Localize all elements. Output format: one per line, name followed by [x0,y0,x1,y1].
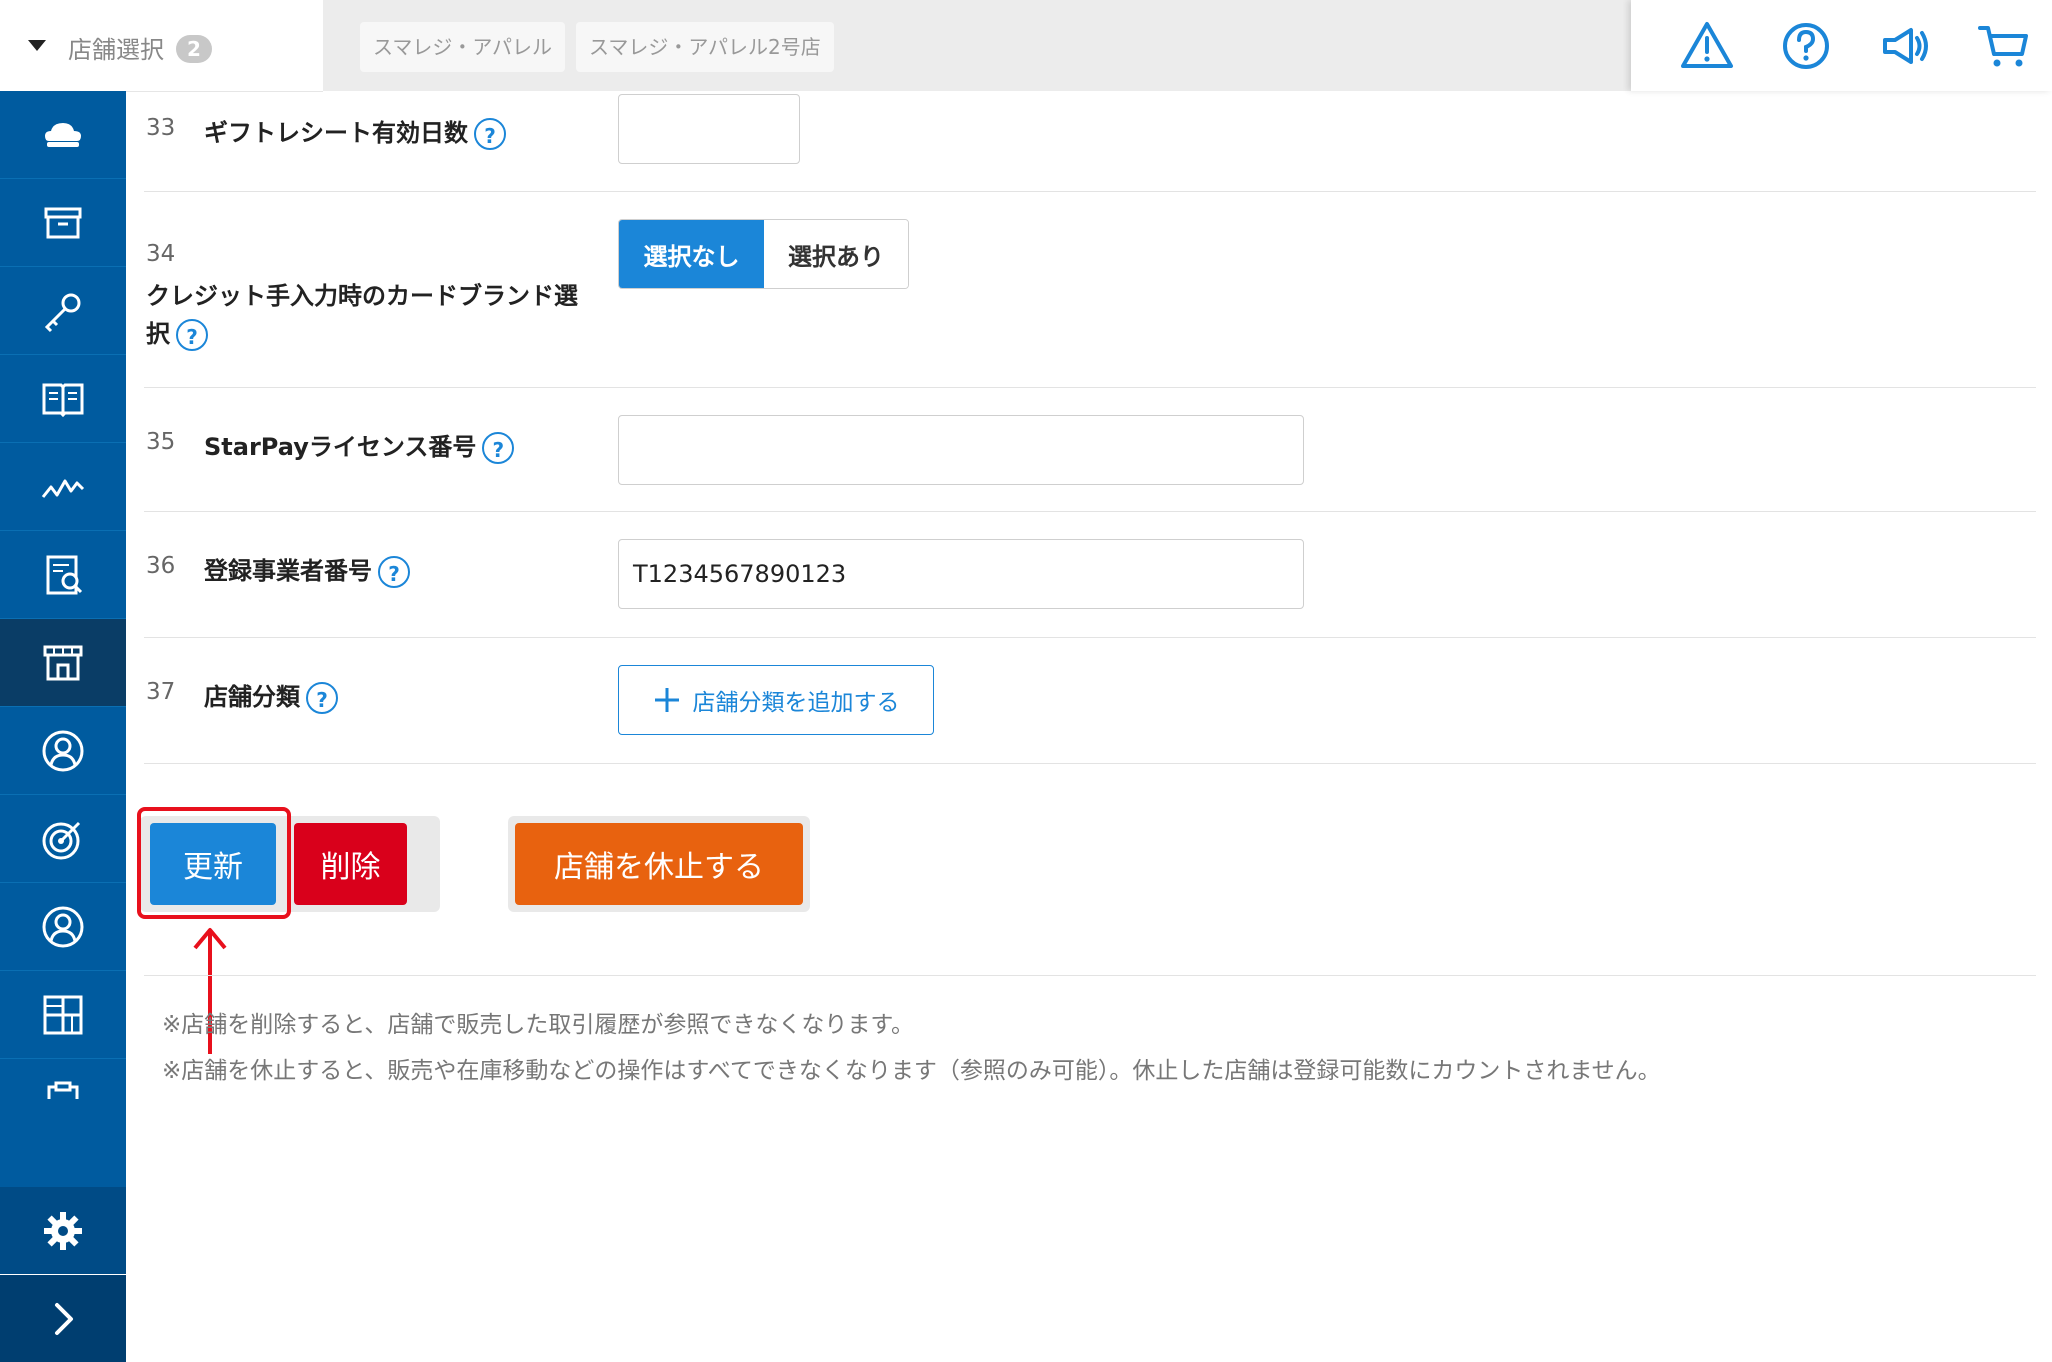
sidebar-item-clipboard[interactable] [0,1059,126,1099]
sidebar-item-apps[interactable] [0,971,126,1059]
top-icon-bar [1631,0,2052,91]
gift-receipt-days-input[interactable] [618,94,800,164]
field-label: 登録事業者番号? [204,551,410,588]
selected-stores-area: スマレジ・アパレル スマレジ・アパレル2号店 [323,0,1631,91]
delete-button[interactable]: 削除 [294,823,407,905]
registration-number-input[interactable]: T1234567890123 [618,539,1304,609]
field-label: 店舗分類? [204,677,338,714]
help-icon[interactable]: ? [474,118,506,150]
sidebar-item-cloud[interactable] [0,91,126,179]
box-icon [44,207,82,239]
field-label-text: クレジット手入力時のカードブランド選 [146,282,578,310]
help-icon[interactable]: ? [176,319,208,351]
divider [144,975,2036,976]
top-bar: 店舗選択 2 スマレジ・アパレル スマレジ・アパレル2号店 [0,0,2052,92]
option-none-button[interactable]: 選択なし [619,220,764,288]
target-icon [42,821,81,860]
store-selector-label: 店舗選択 [68,36,164,64]
sidebar [0,91,126,1362]
announcement-icon[interactable] [1877,18,1933,74]
field-number: 34 [146,241,176,267]
field-number: 37 [146,679,176,705]
field-number: 36 [146,553,176,579]
add-store-category-label: 店舗分類を追加する [692,690,900,716]
store-count-badge: 2 [176,35,212,63]
chevron-right-icon [55,1303,73,1335]
gear-icon [44,1212,82,1250]
option-select-button[interactable]: 選択あり [764,220,908,288]
sidebar-item-store[interactable] [0,619,126,707]
key-icon [44,293,81,333]
field-row-gift-receipt: 33 ギフトレシート有効日数? [144,91,2036,192]
sidebar-item-analytics[interactable] [0,443,126,531]
sidebar-expand[interactable] [0,1275,126,1362]
field-row-store-category: 37 店舗分類? 店舗分類を追加する [144,637,2036,764]
help-icon[interactable]: ? [306,682,338,714]
store-chip[interactable]: スマレジ・アパレル [360,22,565,72]
store-settings-form: 33 ギフトレシート有効日数? 34 クレジット手入力時のカードブランド選択? … [126,91,2052,1271]
store-chip[interactable]: スマレジ・アパレル2号店 [576,22,834,72]
help-icon[interactable] [1778,18,1834,74]
field-row-card-brand: 34 クレジット手入力時のカードブランド選択? 選択なし 選択あり [144,191,2036,388]
starpay-license-input[interactable] [618,415,1304,485]
sidebar-item-customer[interactable] [0,707,126,795]
suspend-note: ※店舗を休止すると、販売や在庫移動などの操作はすべてできなくなります（参照のみ可… [162,1058,1661,1084]
help-icon[interactable]: ? [482,432,515,464]
grid-icon [43,995,83,1035]
book-icon [42,383,84,418]
sidebar-item-key[interactable] [0,267,126,355]
highlight-box [137,807,291,919]
store-icon [43,645,83,681]
field-number: 33 [146,115,176,141]
card-brand-toggle: 選択なし 選択あり [618,219,909,289]
sidebar-settings[interactable] [0,1187,126,1274]
field-label-text: 登録事業者番号 [204,557,372,585]
field-label: ギフトレシート有効日数? [204,113,506,150]
store-selector[interactable]: 店舗選択 2 [0,0,323,92]
suspend-store-button[interactable]: 店舗を休止する [515,823,803,905]
help-icon[interactable]: ? [378,556,410,588]
dropdown-triangle-icon [28,40,46,51]
field-label: StarPayライセンス番号? [204,427,515,464]
sidebar-item-target[interactable] [0,795,126,883]
cloud-icon [45,123,81,147]
warning-icon[interactable] [1679,18,1735,74]
field-row-starpay: 35 StarPayライセンス番号? [144,387,2036,512]
field-label-text: 店舗分類 [204,683,300,711]
user-icon [42,906,84,948]
sidebar-item-report[interactable] [0,531,126,619]
sidebar-item-book[interactable] [0,355,126,443]
clipboard-icon [47,1081,79,1099]
sidebar-item-inventory[interactable] [0,179,126,267]
field-label: クレジット手入力時のカードブランド選択? [146,277,578,353]
field-label-text: ギフトレシート有効日数 [204,119,468,147]
customer-icon [42,730,84,772]
add-store-category-button[interactable]: 店舗分類を追加する [618,665,934,735]
report-icon [46,555,83,595]
cart-icon[interactable] [1976,18,2032,74]
sidebar-item-user[interactable] [0,883,126,971]
plus-icon [654,688,679,712]
field-number: 35 [146,429,176,455]
chart-icon [41,479,85,498]
field-label-text: 択 [146,320,170,348]
field-row-registration: 36 登録事業者番号? T1234567890123 [144,511,2036,638]
delete-note: ※店舗を削除すると、店舗で販売した取引履歴が参照できなくなります。 [162,1012,915,1038]
field-label-text: StarPayライセンス番号 [204,433,477,461]
